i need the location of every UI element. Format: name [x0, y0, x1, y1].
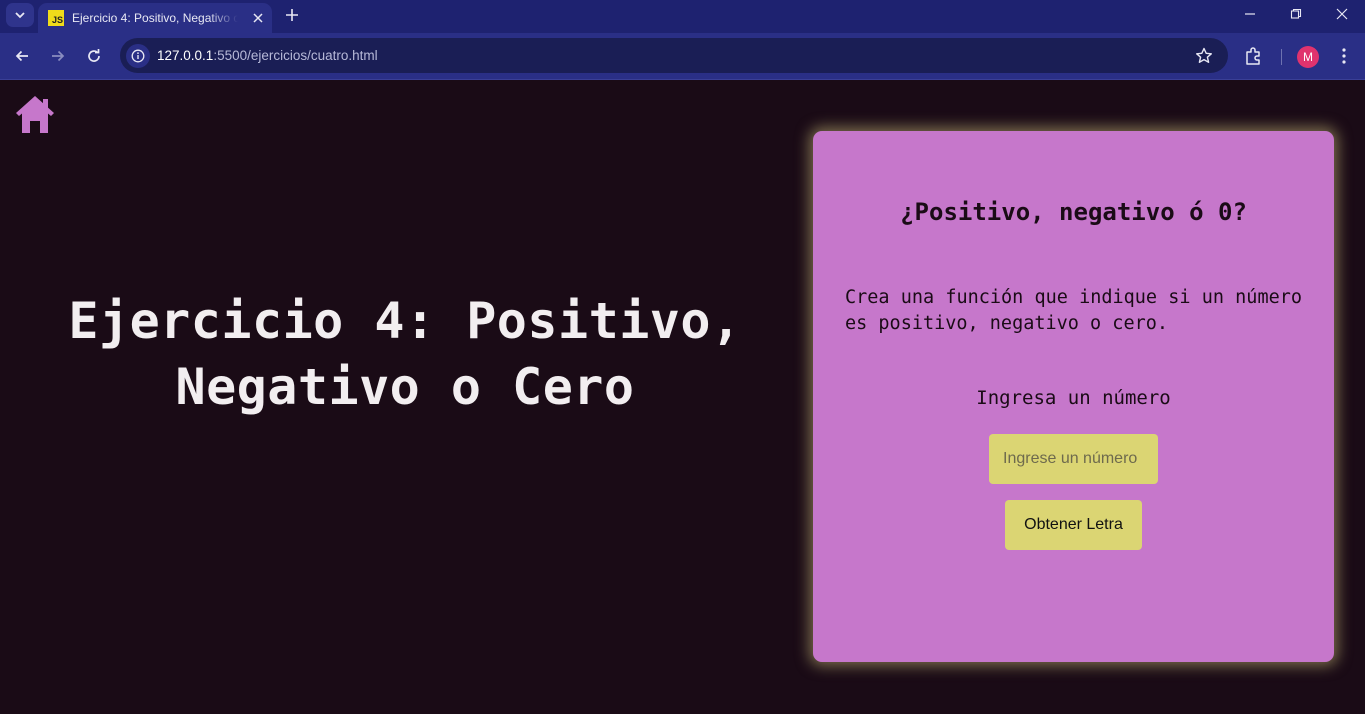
menu-icon[interactable]	[1334, 45, 1354, 67]
tab-title: Ejercicio 4: Positivo, Negativo o Cero	[72, 11, 238, 25]
minimize-button[interactable]	[1227, 0, 1273, 28]
bookmark-star-icon[interactable]	[1194, 46, 1214, 66]
window-close-button[interactable]	[1319, 0, 1365, 28]
tab-strip: JS Ejercicio 4: Positivo, Negativo o Cer…	[0, 0, 1365, 33]
toolbar-divider	[1281, 49, 1282, 65]
close-icon[interactable]	[250, 10, 266, 26]
tab-search-icon	[15, 12, 25, 19]
site-info-button[interactable]	[126, 44, 150, 68]
url-host: 127.0.0.1	[157, 48, 214, 63]
avatar[interactable]: M	[1297, 46, 1319, 68]
reload-icon	[88, 49, 100, 62]
site-info-icon	[131, 49, 145, 63]
address-bar[interactable]: 127.0.0.1:5500/ejercicios/cuatro.html	[120, 38, 1228, 73]
restore-icon	[1290, 8, 1302, 19]
card-title: ¿Positivo, negativo ó 0?	[900, 198, 1247, 226]
back-button[interactable]	[11, 45, 33, 67]
number-input[interactable]	[989, 434, 1158, 484]
url-text: 127.0.0.1:5500/ejercicios/cuatro.html	[157, 48, 378, 63]
javascript-favicon-icon: JS	[48, 10, 64, 26]
browser-toolbar: 127.0.0.1:5500/ejercicios/cuatro.html M	[0, 33, 1365, 79]
reload-button[interactable]	[83, 45, 105, 67]
home-icon[interactable]	[15, 94, 55, 134]
number-input-label: Ingresa un número	[976, 387, 1171, 409]
forward-icon	[52, 50, 65, 62]
toolbar-bottom-border	[0, 79, 1365, 80]
window-close-icon	[1336, 8, 1348, 20]
exercise-card: ¿Positivo, negativo ó 0? Crea una funció…	[813, 131, 1334, 662]
get-result-button[interactable]: Obtener Letra	[1005, 500, 1142, 550]
url-path: :5500/ejercicios/cuatro.html	[213, 48, 378, 63]
back-icon	[15, 50, 28, 62]
forward-button[interactable]	[47, 45, 69, 67]
restore-button[interactable]	[1273, 0, 1319, 28]
tab-search-button[interactable]	[6, 3, 34, 27]
minimize-icon	[1245, 13, 1255, 15]
card-description: Crea una función que indique si un númer…	[845, 287, 1302, 334]
extensions-icon[interactable]	[1243, 45, 1265, 67]
new-tab-icon[interactable]	[282, 5, 302, 25]
browser-tab[interactable]: JS Ejercicio 4: Positivo, Negativo o Cer…	[38, 3, 272, 33]
page-title: Ejercicio 4: Positivo, Negativo o Cero	[68, 292, 742, 416]
